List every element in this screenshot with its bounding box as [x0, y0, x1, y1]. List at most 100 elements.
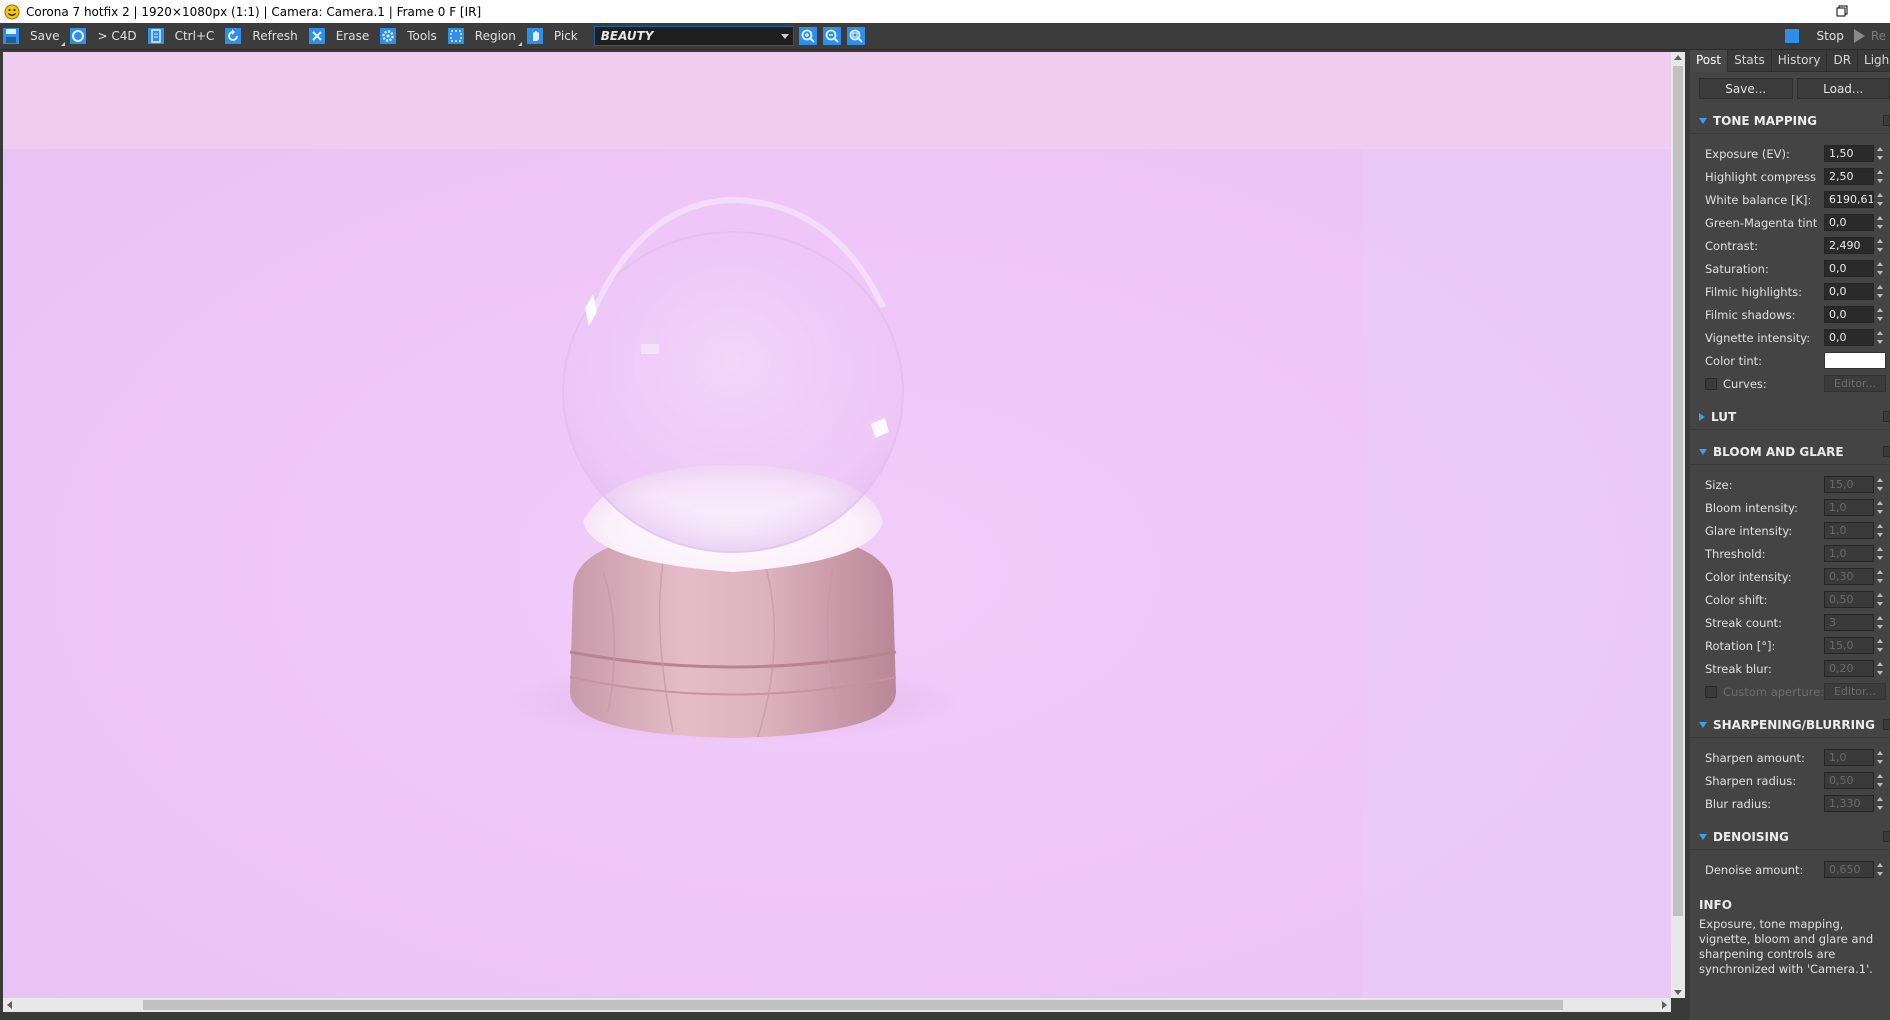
curves-editor-button[interactable]: Editor... — [1824, 375, 1886, 392]
gear-icon — [380, 28, 397, 44]
pick-button[interactable]: Pick — [524, 25, 584, 47]
blur-radius-spinner[interactable] — [1876, 795, 1884, 812]
color-shift-input[interactable]: 0,50 — [1824, 591, 1874, 608]
blur-radius-input[interactable]: 1,330 — [1824, 795, 1874, 812]
denoise-amount-input[interactable]: 0,650 — [1824, 861, 1874, 878]
color-tint-swatch[interactable] — [1824, 352, 1886, 369]
sharpen-radius-spinner[interactable] — [1876, 772, 1884, 789]
section-checkbox[interactable] — [1883, 831, 1890, 842]
tab-history[interactable]: History — [1772, 50, 1828, 72]
section-checkbox[interactable] — [1883, 446, 1890, 457]
scroll-right-icon[interactable] — [1662, 1001, 1667, 1009]
load-preset-button[interactable]: Load... — [1796, 78, 1890, 99]
section-checkbox[interactable] — [1883, 411, 1890, 422]
scroll-up-icon[interactable] — [1674, 55, 1682, 60]
section-denoising[interactable]: DENOISING — [1690, 827, 1890, 847]
to-c4d-button-label: > C4D — [97, 29, 137, 43]
saturation-spinner[interactable] — [1876, 260, 1884, 277]
pick-button-label: Pick — [553, 29, 578, 43]
horizontal-scrollbar[interactable] — [3, 998, 1671, 1012]
streak-blur-input[interactable]: 0,20 — [1824, 660, 1874, 677]
to-c4d-button[interactable]: > C4D — [67, 25, 142, 47]
streak-blur-spinner[interactable] — [1876, 660, 1884, 677]
vignette-intensity-spinner[interactable] — [1876, 329, 1884, 346]
section-sharpening-blurring[interactable]: SHARPENING/BLURRING — [1690, 715, 1890, 735]
color-intensity-spinner[interactable] — [1876, 568, 1884, 585]
streak-count-input[interactable]: 3 — [1824, 614, 1874, 631]
scroll-down-icon[interactable] — [1674, 990, 1682, 995]
white-balance-spinner[interactable] — [1876, 191, 1884, 208]
sharpen-amount-spinner[interactable] — [1876, 749, 1884, 766]
filmic-shadows-spinner[interactable] — [1876, 306, 1884, 323]
section-lut[interactable]: LUT — [1690, 407, 1890, 427]
tools-button[interactable]: Tools — [377, 25, 443, 47]
render-button[interactable]: Re — [1850, 29, 1890, 43]
exposure-input[interactable]: 1,50 — [1824, 145, 1874, 162]
sharpen-amount-input[interactable]: 1,0 — [1824, 749, 1874, 766]
saturation-input[interactable]: 0,0 — [1824, 260, 1874, 277]
erase-button[interactable]: Erase — [306, 25, 376, 47]
white-balance-input[interactable]: 6190,618 — [1824, 191, 1874, 208]
threshold-spinner[interactable] — [1876, 545, 1884, 562]
bloom-intensity-input[interactable]: 1,0 — [1824, 499, 1874, 516]
render-viewport[interactable] — [3, 52, 1671, 998]
save-icon — [3, 28, 19, 44]
sharpen-radius-label: Sharpen radius: — [1705, 773, 1797, 788]
contrast-input[interactable]: 2,490 — [1824, 237, 1874, 254]
filmic-shadows-input[interactable]: 0,0 — [1824, 306, 1874, 323]
highlight-compress-spinner[interactable] — [1876, 168, 1884, 185]
tab-stats[interactable]: Stats — [1728, 50, 1772, 72]
bloom-size-input[interactable]: 15,0 — [1824, 476, 1874, 493]
custom-aperture-editor-button[interactable]: Editor... — [1824, 683, 1886, 700]
copy-button[interactable]: Ctrl+C — [145, 25, 221, 47]
section-checkbox[interactable] — [1883, 115, 1890, 126]
tab-dr[interactable]: DR — [1827, 50, 1859, 72]
green-magenta-tint-input[interactable]: 0,0 — [1824, 214, 1874, 231]
bloom-intensity-spinner[interactable] — [1876, 499, 1884, 516]
save-button[interactable]: Save — [0, 25, 66, 47]
curves-checkbox[interactable] — [1705, 377, 1717, 390]
tab-lightmix[interactable]: Ligh — [1858, 50, 1890, 72]
render-pass-select[interactable]: BEAUTY — [593, 26, 794, 46]
filmic-highlights-spinner[interactable] — [1876, 283, 1884, 300]
horizontal-scroll-thumb[interactable] — [143, 1000, 1563, 1010]
vertical-scrollbar[interactable] — [1671, 52, 1685, 998]
glare-intensity-input[interactable]: 1,0 — [1824, 522, 1874, 539]
rotation-label: Rotation [°]: — [1705, 638, 1776, 653]
sharpen-radius-input[interactable]: 0,50 — [1824, 772, 1874, 789]
vertical-scroll-thumb[interactable] — [1673, 66, 1683, 916]
refresh-button[interactable]: Refresh — [222, 25, 303, 47]
color-intensity-input[interactable]: 0,30 — [1824, 568, 1874, 585]
color-shift-spinner[interactable] — [1876, 591, 1884, 608]
region-button[interactable]: Region — [445, 25, 522, 47]
bloom-size-spinner[interactable] — [1876, 476, 1884, 493]
tab-post[interactable]: Post — [1690, 50, 1729, 72]
chevron-down-icon — [780, 34, 789, 39]
highlight-compress-input[interactable]: 2,50 — [1824, 168, 1874, 185]
contrast-spinner[interactable] — [1876, 237, 1884, 254]
glare-intensity-spinner[interactable] — [1876, 522, 1884, 539]
rotation-spinner[interactable] — [1876, 637, 1884, 654]
green-magenta-tint-spinner[interactable] — [1876, 214, 1884, 231]
section-checkbox[interactable] — [1883, 719, 1890, 730]
denoise-amount-spinner[interactable] — [1876, 861, 1884, 878]
streak-count-spinner[interactable] — [1876, 614, 1884, 631]
scroll-left-icon[interactable] — [7, 1001, 12, 1009]
save-preset-button[interactable]: Save... — [1699, 78, 1793, 99]
zoom-in-icon[interactable] — [798, 26, 818, 46]
stop-icon — [1784, 29, 1799, 43]
vignette-intensity-input[interactable]: 0,0 — [1824, 329, 1874, 346]
threshold-label: Threshold: — [1705, 546, 1766, 561]
window-bottom-edge — [0, 1012, 1690, 1020]
rotation-input[interactable]: 15,0 — [1824, 637, 1874, 654]
threshold-input[interactable]: 1,0 — [1824, 545, 1874, 562]
section-bloom-and-glare[interactable]: BLOOM AND GLARE — [1690, 442, 1890, 462]
zoom-fit-icon[interactable] — [846, 26, 866, 46]
exposure-spinner[interactable] — [1876, 145, 1884, 162]
filmic-highlights-input[interactable]: 0,0 — [1824, 283, 1874, 300]
stop-button[interactable]: Stop — [1779, 29, 1850, 43]
custom-aperture-checkbox[interactable] — [1705, 685, 1717, 698]
section-tone-mapping[interactable]: TONE MAPPING — [1690, 111, 1890, 131]
zoom-out-icon[interactable] — [822, 26, 842, 46]
restore-window-icon[interactable] — [1834, 3, 1850, 19]
